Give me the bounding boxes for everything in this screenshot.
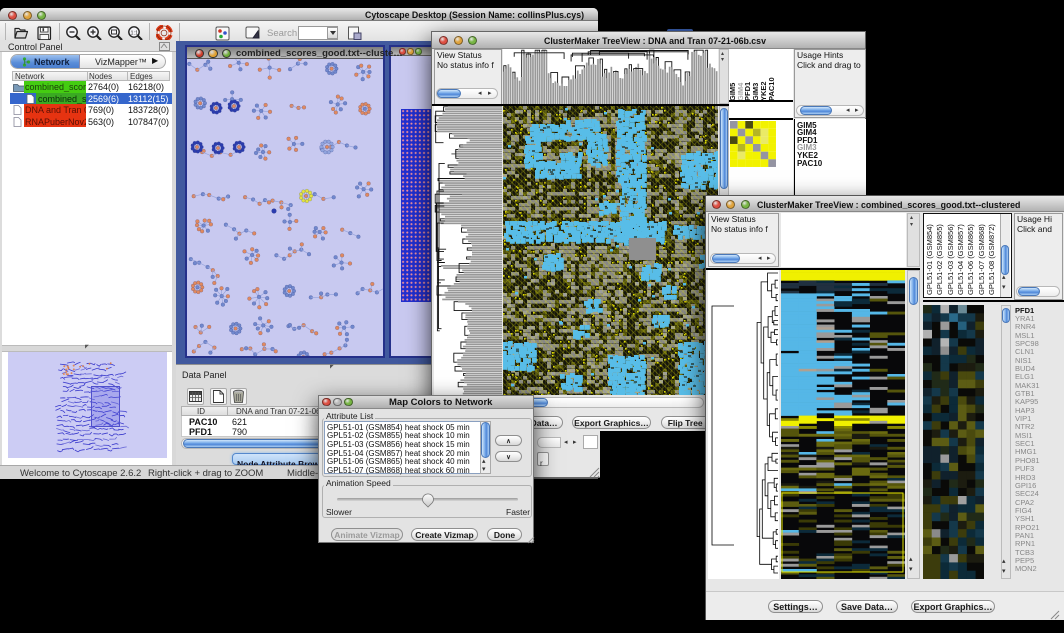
svg-text:1:1: 1:1 [131, 31, 139, 37]
